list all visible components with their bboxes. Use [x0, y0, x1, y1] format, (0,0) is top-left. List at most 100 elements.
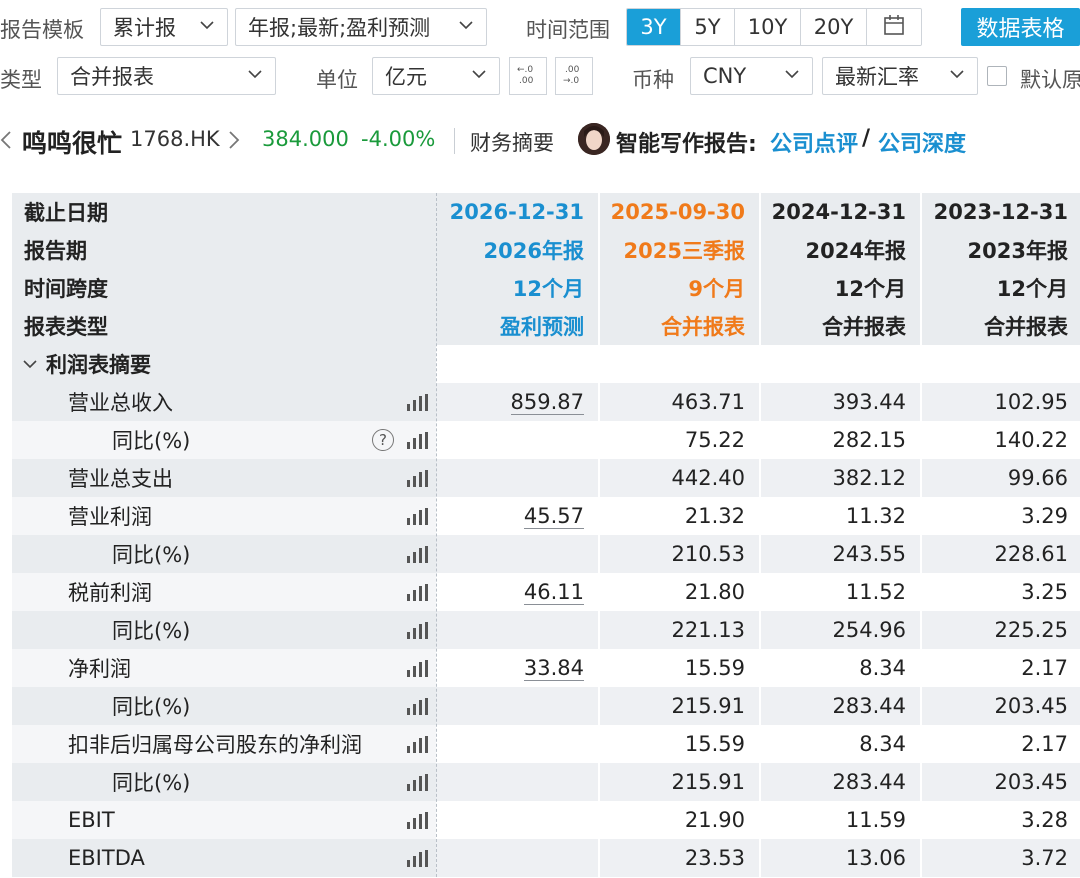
help-icon[interactable]: ? — [372, 429, 394, 451]
row-name-text: 同比(%) — [112, 543, 191, 567]
decrease-decimal-button[interactable]: .00 →.0 — [555, 57, 593, 95]
bar-chart-icon[interactable] — [406, 431, 428, 455]
company-review-link[interactable]: 公司点评 — [770, 126, 858, 158]
svg-text:.00: .00 — [519, 76, 534, 85]
value-text: 21.90 — [684, 808, 745, 832]
bar-chart-icon[interactable] — [406, 469, 428, 493]
value-text: 11.59 — [845, 808, 906, 832]
row-name: 净利润 — [12, 649, 436, 687]
time-range-10y[interactable]: 10Y — [735, 9, 801, 45]
value-text: 8.34 — [859, 732, 906, 756]
value-text: 215.91 — [671, 694, 745, 718]
value-text: 283.44 — [832, 694, 906, 718]
header-period: 2025三季报 — [623, 239, 745, 263]
report-template-select[interactable]: 累计报 — [100, 8, 228, 46]
increase-decimal-icon: ←.0.00 — [515, 63, 541, 89]
time-range-5y[interactable]: 5Y — [681, 9, 735, 45]
value-cell: 45.57 — [436, 497, 598, 535]
value-text: 2.17 — [1021, 656, 1068, 680]
header-span: 12个月 — [512, 277, 584, 301]
time-range-segmented: 3Y 5Y 10Y 20Y — [626, 8, 922, 46]
value-text[interactable]: 45.57 — [523, 504, 584, 529]
currency-select[interactable]: CNY — [690, 57, 813, 95]
value-text: 8.34 — [859, 656, 906, 680]
value-cell: 215.91 — [598, 687, 759, 725]
header-type: 合并报表 — [822, 315, 906, 339]
row-name: 同比(%) — [12, 535, 436, 573]
value-text: 15.59 — [684, 732, 745, 756]
row-name-text: 同比(%) — [112, 429, 191, 453]
value-text[interactable]: 46.11 — [523, 580, 584, 605]
bar-chart-icon[interactable] — [406, 659, 428, 683]
bar-chart-icon[interactable] — [406, 773, 428, 797]
bar-chart-icon[interactable] — [406, 811, 428, 835]
company-depth-link[interactable]: 公司深度 — [878, 126, 966, 158]
type-select[interactable]: 合并报表 — [57, 57, 276, 95]
type-label: 类型 — [0, 68, 42, 92]
row-name-text: 净利润 — [68, 657, 131, 681]
header-date-latest[interactable]: 2025-09-30 — [598, 193, 759, 231]
data-table-button[interactable]: 数据表格 — [961, 8, 1080, 46]
avatar — [578, 123, 610, 155]
header-date[interactable]: 2024-12-31 — [759, 193, 920, 231]
value-cell: 33.84 — [436, 649, 598, 687]
increase-decimal-button[interactable]: ←.0.00 — [509, 57, 547, 95]
stock-header: 鸣鸣很忙 1768.HK 384.000 -4.00% 财务摘要 智能写作报告:… — [0, 118, 1080, 162]
value-text[interactable]: 859.87 — [510, 390, 584, 415]
row-name: 营业利润 — [12, 497, 436, 535]
row-name: 营业总支出 — [12, 459, 436, 497]
value-text[interactable]: 33.84 — [523, 656, 584, 681]
value-cell — [436, 725, 598, 763]
value-cell: 15.59 — [598, 725, 759, 763]
value-text: 11.52 — [845, 580, 906, 604]
time-range-20y[interactable]: 20Y — [801, 9, 867, 45]
row-name-text: 税前利润 — [68, 581, 152, 605]
value-cell: 102.95 — [920, 383, 1080, 421]
unit-value: 亿元 — [385, 65, 427, 89]
header-type: 盈利预测 — [500, 315, 584, 339]
bar-chart-icon[interactable] — [406, 393, 428, 417]
row-name-text: 扣非后归属母公司股东的净利润 — [68, 733, 362, 757]
bar-chart-icon[interactable] — [406, 545, 428, 569]
unit-select[interactable]: 亿元 — [372, 57, 500, 95]
value-cell: 221.13 — [598, 611, 759, 649]
value-text: 11.32 — [845, 504, 906, 528]
bar-chart-icon[interactable] — [406, 697, 428, 721]
value-cell: 3.25 — [920, 573, 1080, 611]
value-cell: 203.45 — [920, 763, 1080, 801]
chevron-left-icon[interactable] — [0, 130, 12, 154]
section-title[interactable]: 利润表摘要 — [12, 345, 436, 383]
default-checkbox[interactable] — [987, 66, 1007, 86]
chevron-right-icon[interactable] — [228, 130, 240, 154]
value-cell: 11.59 — [759, 801, 920, 839]
calendar-icon — [882, 13, 906, 42]
row-name-text: 营业总支出 — [68, 467, 173, 491]
bar-chart-icon[interactable] — [406, 849, 428, 873]
value-cell: 11.52 — [759, 573, 920, 611]
value-cell: 75.22 — [598, 421, 759, 459]
bar-chart-icon[interactable] — [406, 735, 428, 759]
value-cell — [436, 839, 598, 877]
period-select[interactable]: 年报;最新;盈利预测 — [235, 8, 487, 46]
time-range-3y[interactable]: 3Y — [627, 9, 681, 45]
value-text: 3.28 — [1021, 808, 1068, 832]
bar-chart-icon[interactable] — [406, 507, 428, 531]
value-cell: 21.90 — [598, 801, 759, 839]
row-name-text: 同比(%) — [112, 619, 191, 643]
bar-chart-icon[interactable] — [406, 621, 428, 645]
value-text: 2.17 — [1021, 732, 1068, 756]
fx-rate-select[interactable]: 最新汇率 — [822, 57, 978, 95]
bar-chart-icon[interactable] — [406, 583, 428, 607]
calendar-button[interactable] — [867, 9, 921, 45]
header-date[interactable]: 2023-12-31 — [920, 193, 1080, 231]
value-cell: 463.71 — [598, 383, 759, 421]
value-cell: 2.17 — [920, 649, 1080, 687]
period-value: 年报;最新;盈利预测 — [248, 16, 431, 40]
value-cell: 140.22 — [920, 421, 1080, 459]
header-date-forecast[interactable]: 2026-12-31 — [436, 193, 598, 231]
svg-text:→.0: →.0 — [563, 76, 579, 85]
row-name: 同比(%) — [12, 687, 436, 725]
stock-change: -4.00% — [361, 127, 436, 151]
section-title-text: 利润表摘要 — [46, 353, 151, 377]
value-cell: 13.06 — [759, 839, 920, 877]
